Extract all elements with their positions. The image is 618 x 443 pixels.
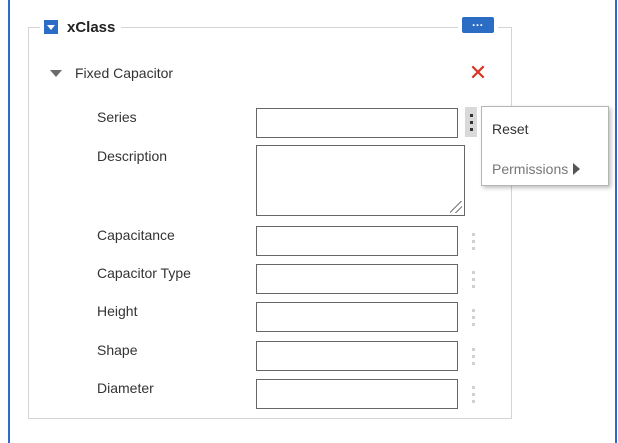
menu-item-permissions[interactable]: Permissions <box>492 161 581 177</box>
field-label-capacitance: Capacitance <box>97 227 175 243</box>
section-header[interactable]: Fixed Capacitor <box>50 62 173 84</box>
field-label-capacitor-type: Capacitor Type <box>97 265 191 281</box>
capacitor-type-field[interactable] <box>256 264 458 294</box>
menu-item-permissions-label: Permissions <box>492 161 569 177</box>
field-context-menu: Reset Permissions <box>481 106 609 186</box>
field-menu-handle-diameter[interactable] <box>470 379 476 409</box>
submenu-arrow-icon <box>573 163 581 175</box>
field-menu-handle-capacitor-type[interactable] <box>470 264 476 294</box>
panel-title: xClass <box>67 18 116 36</box>
shape-field[interactable] <box>256 341 458 371</box>
field-label-description: Description <box>97 148 168 164</box>
field-menu-handle-height[interactable] <box>470 302 476 332</box>
capacitance-field[interactable] <box>256 226 458 256</box>
field-label-series: Series <box>97 109 137 125</box>
diameter-field[interactable] <box>256 379 458 409</box>
field-menu-handle-series[interactable] <box>465 107 477 137</box>
field-label-shape: Shape <box>97 342 138 358</box>
expand-triangle-icon[interactable] <box>50 69 62 77</box>
field-menu-handle-capacitance[interactable] <box>470 226 476 256</box>
more-button-wrapper: … <box>458 16 498 33</box>
description-textarea[interactable] <box>256 145 465 216</box>
resize-grip-icon[interactable] <box>450 201 462 213</box>
collapse-icon[interactable] <box>44 20 58 34</box>
height-field[interactable] <box>256 302 458 332</box>
section-title: Fixed Capacitor <box>75 65 174 81</box>
remove-section-icon[interactable]: ✕ <box>467 62 489 84</box>
field-label-height: Height <box>97 303 138 319</box>
field-menu-handle-shape[interactable] <box>470 341 476 371</box>
field-label-diameter: Diameter <box>97 380 154 396</box>
more-options-button[interactable]: … <box>462 16 494 33</box>
series-field[interactable] <box>256 108 458 138</box>
menu-item-reset[interactable]: Reset <box>492 121 529 137</box>
panel-header: xClass <box>40 16 122 38</box>
